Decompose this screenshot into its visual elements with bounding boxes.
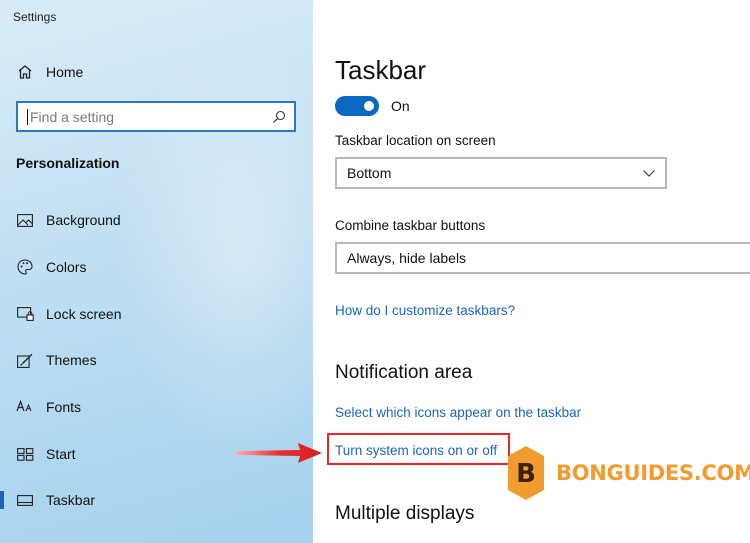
location-value: Bottom	[347, 165, 392, 181]
sidebar-item-themes[interactable]: Themes	[0, 345, 313, 375]
toggle-state-label: On	[391, 98, 410, 114]
nav-home-label: Home	[46, 64, 84, 80]
search-input[interactable]	[30, 108, 260, 125]
taskbar-lock-toggle-row: On	[335, 96, 410, 116]
combine-dropdown[interactable]: Always, hide labels	[335, 242, 750, 274]
lock-screen-icon	[16, 306, 34, 322]
image-icon	[16, 212, 34, 228]
sidebar-item-label: Themes	[46, 352, 97, 368]
combine-label: Combine taskbar buttons	[335, 218, 486, 233]
location-dropdown[interactable]: Bottom	[335, 157, 667, 189]
search-box[interactable]	[16, 101, 296, 132]
sidebar-item-label: Background	[46, 212, 121, 228]
sidebar-item-label: Lock screen	[46, 306, 122, 322]
fonts-icon	[16, 399, 34, 415]
app-title: Settings	[13, 10, 57, 24]
sidebar-item-label: Colors	[46, 259, 87, 275]
taskbar-icon	[16, 492, 34, 508]
sidebar-item-label: Start	[46, 446, 76, 462]
red-arrow-icon	[236, 443, 322, 463]
search-icon[interactable]	[272, 110, 286, 124]
combine-value: Always, hide labels	[347, 250, 467, 266]
toggle-switch[interactable]	[335, 96, 379, 116]
location-label: Taskbar location on screen	[335, 133, 496, 148]
logo-letter: B	[516, 459, 536, 489]
notification-area-heading: Notification area	[335, 362, 473, 383]
watermark: B BONGUIDES.COM	[506, 444, 750, 502]
sidebar-item-label: Taskbar	[46, 492, 96, 508]
sidebar-item-taskbar[interactable]: Taskbar	[0, 485, 313, 515]
nav-home[interactable]: Home	[16, 62, 83, 82]
highlight-box	[327, 433, 510, 465]
bonguides-logo-icon: B	[508, 446, 544, 500]
sidebar-item-label: Fonts	[46, 399, 82, 415]
watermark-text: BONGUIDES.COM	[556, 461, 750, 485]
text-caret	[27, 108, 28, 125]
sidebar-item-colors[interactable]: Colors	[0, 252, 313, 282]
chevron-down-icon	[643, 170, 655, 177]
palette-icon	[16, 259, 34, 275]
section-title: Personalization	[16, 155, 120, 171]
themes-icon	[16, 352, 34, 368]
sidebar-item-fonts[interactable]: Fonts	[0, 392, 313, 422]
sidebar-item-lock-screen[interactable]: Lock screen	[0, 299, 313, 329]
start-icon	[16, 446, 34, 462]
multiple-displays-heading: Multiple displays	[335, 503, 475, 524]
customize-taskbars-link[interactable]: How do I customize taskbars?	[335, 303, 515, 318]
page-title: Taskbar	[335, 55, 427, 85]
select-icons-link[interactable]: Select which icons appear on the taskbar	[335, 405, 581, 420]
sidebar-item-background[interactable]: Background	[0, 205, 313, 235]
home-icon	[18, 65, 32, 79]
